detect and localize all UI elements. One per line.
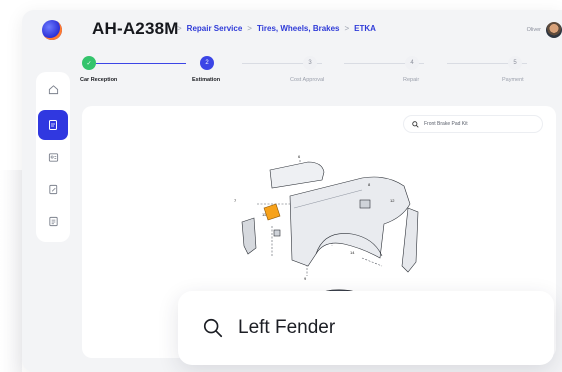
floating-search-value: Left Fender <box>238 317 336 338</box>
home-icon <box>48 84 58 94</box>
progress-stepper: ✓ 2 3 4 5 Car Reception Estimation Cost … <box>80 56 552 90</box>
step-1-check-icon[interactable]: ✓ <box>82 56 96 70</box>
step-5-dot[interactable]: 5 <box>508 56 522 70</box>
step-3-dot[interactable]: 3 <box>303 56 317 70</box>
search-icon <box>203 318 223 338</box>
sidebar <box>36 72 70 242</box>
breadcrumb-separator: > <box>177 24 182 33</box>
breadcrumb: > Repair Service > Tires, Wheels, Brakes… <box>177 24 376 33</box>
breadcrumb-item-repair-service[interactable]: Repair Service <box>187 24 243 33</box>
breadcrumb-item-etka[interactable]: ETKA <box>354 24 376 33</box>
step-2-label: Estimation <box>192 77 221 83</box>
sidebar-item-customer[interactable] <box>44 148 62 166</box>
app-logo-icon[interactable] <box>42 20 62 40</box>
step-5-label: Payment <box>502 77 524 83</box>
step-1-label: Car Reception <box>80 77 118 83</box>
sidebar-item-notes[interactable] <box>44 212 62 230</box>
edit-document-icon <box>48 184 57 194</box>
document-icon <box>49 120 57 130</box>
backdrop-gradient <box>0 170 22 372</box>
breadcrumb-item-tires[interactable]: Tires, Wheels, Brakes <box>257 24 340 33</box>
sidebar-item-home[interactable] <box>44 80 62 98</box>
step-3-label: Cost Approval <box>290 77 325 83</box>
step-connector <box>96 63 186 64</box>
svg-text:7: 7 <box>234 198 237 203</box>
step-2-dot[interactable]: 2 <box>200 56 214 70</box>
svg-text:12: 12 <box>390 198 395 203</box>
vehicle-id: AH-A238M <box>92 19 179 38</box>
id-card-icon <box>48 152 58 162</box>
user-name: Oliver <box>526 27 541 33</box>
breadcrumb-separator: > <box>247 24 252 33</box>
step-4-label: Repair <box>403 77 420 83</box>
svg-text:6: 6 <box>298 154 301 159</box>
notes-icon <box>48 216 58 226</box>
step-4-dot[interactable]: 4 <box>405 56 419 70</box>
user-menu[interactable]: Oliver <box>527 22 562 38</box>
svg-text:9: 9 <box>304 276 307 281</box>
sidebar-item-estimation[interactable] <box>38 110 68 140</box>
screen: AH-A238M > Repair Service > Tires, Wheel… <box>0 0 562 372</box>
avatar[interactable] <box>546 22 562 38</box>
sidebar-item-edit[interactable] <box>44 180 62 198</box>
floating-search-input[interactable]: Left Fender <box>178 291 554 365</box>
breadcrumb-separator: > <box>344 24 350 33</box>
svg-text:14: 14 <box>350 250 355 255</box>
